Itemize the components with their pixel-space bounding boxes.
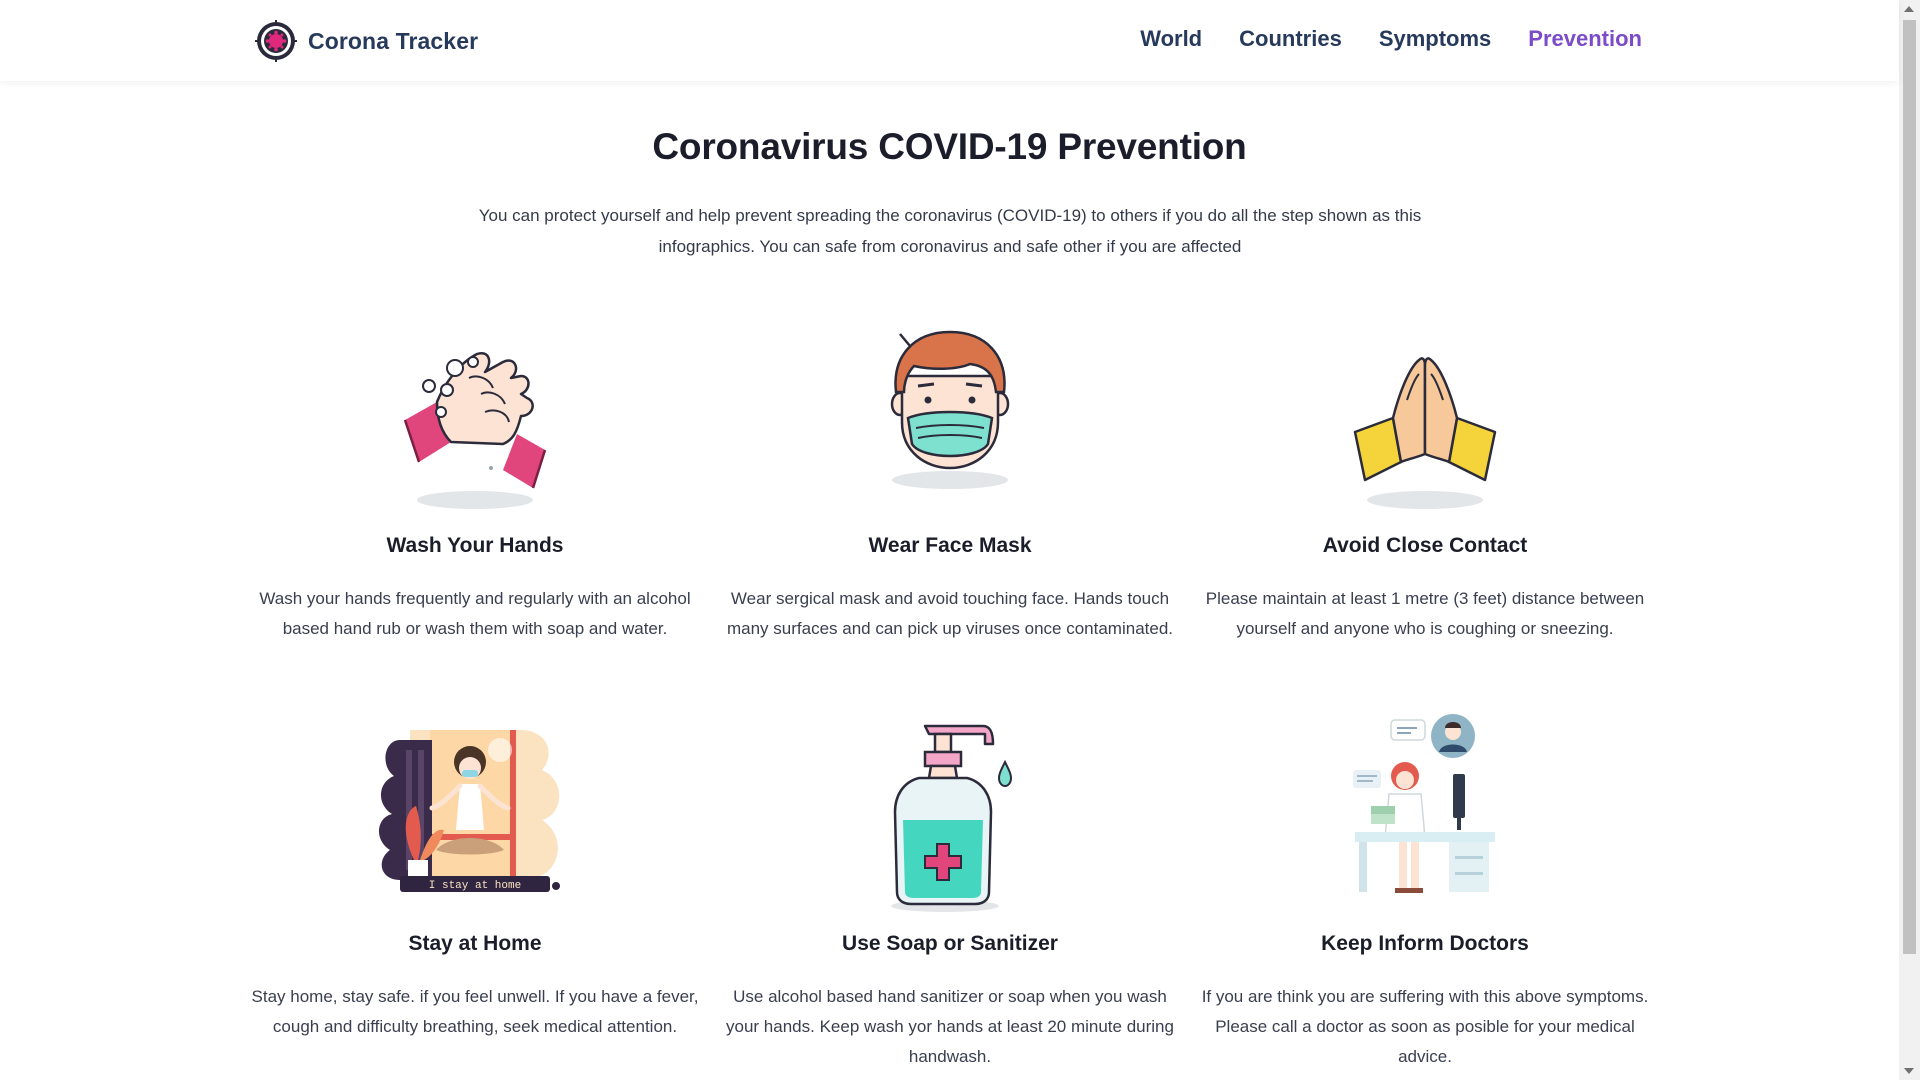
card-text: If you are think you are suffering with … (1201, 987, 1649, 1066)
card-title: Use Soap or Sanitizer (842, 932, 1058, 955)
virus-target-icon (255, 20, 297, 62)
stay-home-illustration: I stay at home (250, 724, 700, 924)
card-text: Use alcohol based hand sanitizer or soap… (726, 987, 1174, 1066)
scroll-down-arrow-icon[interactable] (1904, 1068, 1914, 1074)
card-text: Please maintain at least 1 metre (3 feet… (1205, 589, 1645, 638)
card-title: Keep Inform Doctors (1321, 932, 1529, 955)
brand-link[interactable]: Corona Tracker (255, 19, 478, 63)
card-text: Wear sergical mask and avoid touching fa… (726, 589, 1174, 638)
nav-countries[interactable]: Countries (1239, 26, 1342, 52)
nav-world[interactable]: World (1140, 26, 1202, 52)
scroll-up-arrow-icon[interactable] (1904, 6, 1914, 12)
card-title: Avoid Close Contact (1322, 534, 1528, 557)
brand-name: Corona Tracker (308, 27, 479, 54)
sanitizer-bottle-illustration (725, 724, 1175, 924)
page-scrollbar[interactable] (1899, 0, 1920, 1080)
card-title: Wear Face Mask (868, 534, 1032, 557)
page-title: Coronavirus COVID-19 Prevention (652, 126, 1247, 167)
main-nav: World Countries Symptoms Prevention (1140, 26, 1642, 52)
navbar: Corona Tracker World Countries Symptoms … (0, 0, 1899, 81)
doctor-call-illustration (1200, 714, 1650, 924)
card-text: Stay home, stay safe. if you feel unwell… (251, 987, 699, 1036)
illustration-caption: I stay at home (429, 880, 521, 892)
scroll-thumb[interactable] (1903, 20, 1916, 954)
card-title: Stay at Home (408, 932, 542, 955)
page-intro: You can protect yourself and help preven… (478, 206, 1422, 256)
face-mask-illustration (725, 326, 1175, 526)
card-text: Wash your hands frequently and regularly… (259, 589, 691, 638)
praying-hands-illustration (1200, 326, 1650, 526)
card-title: Wash Your Hands (386, 534, 564, 557)
nav-symptoms[interactable]: Symptoms (1379, 26, 1491, 52)
washing-hands-illustration (250, 326, 700, 526)
nav-prevention[interactable]: Prevention (1528, 26, 1642, 52)
